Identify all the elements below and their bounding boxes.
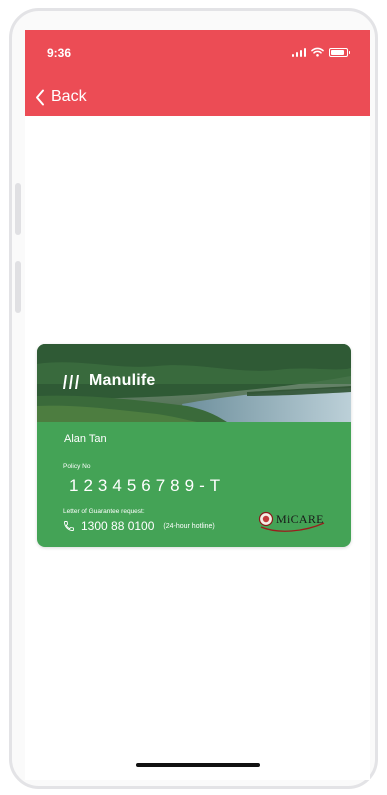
chevron-left-icon	[36, 89, 44, 105]
back-label: Back	[51, 88, 87, 105]
status-time: 9:36	[47, 46, 72, 60]
phone-icon	[64, 521, 74, 531]
guarantee-label: Letter of Guarantee request:	[63, 508, 145, 515]
policy-number: 123456789-T	[69, 476, 226, 495]
hotline-number: 1300 88 0100	[81, 519, 155, 533]
manulife-logo-icon	[63, 375, 79, 389]
insurance-card: Manulife Alan Tan Policy No 123456789-T …	[37, 344, 351, 547]
brand-logo: Manulife	[61, 372, 156, 390]
hotline[interactable]: 1300 88 0100 (24-hour hotline)	[63, 519, 215, 533]
micare-text: MiCARE	[276, 512, 324, 526]
wifi-icon	[311, 47, 324, 57]
side-button	[15, 261, 21, 313]
home-indicator	[136, 763, 260, 767]
policy-label: Policy No	[63, 463, 91, 470]
app-header: 9:36 Back	[25, 30, 370, 116]
signal-icon	[291, 48, 306, 57]
hotline-note: (24-hour hotline)	[163, 522, 215, 530]
app-screen: 9:36 Back Manulife Alan Tan Policy No 12…	[25, 30, 370, 780]
micare-logo: MiCARE	[258, 510, 328, 534]
side-button	[15, 183, 21, 235]
member-name: Alan Tan	[64, 433, 107, 445]
status-icons	[291, 47, 350, 57]
battery-icon	[329, 48, 350, 57]
brand-name: Manulife	[89, 372, 156, 389]
back-button[interactable]: Back	[35, 88, 87, 106]
